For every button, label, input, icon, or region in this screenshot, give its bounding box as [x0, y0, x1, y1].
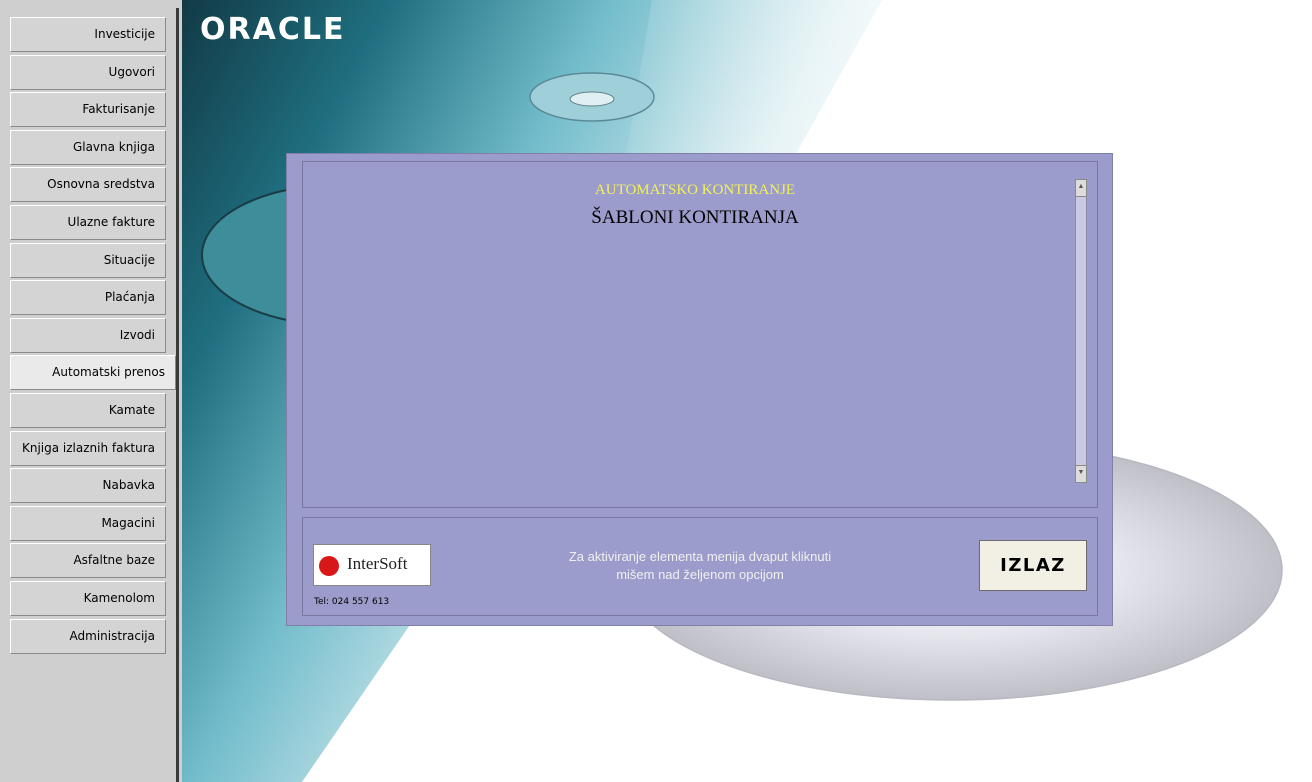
menu-item-osnovna-sredstva[interactable]: Osnovna sredstva — [10, 167, 166, 203]
menu-item-ulazne-fakture[interactable]: Ulazne fakture — [10, 204, 166, 240]
panel-title: AUTOMATSKO KONTIRANJE — [594, 182, 796, 198]
menu-item-automatski-prenos[interactable]: Automatski prenos — [10, 355, 176, 391]
menu-item-kamate[interactable]: Kamate — [10, 392, 166, 428]
scroll-down-button[interactable]: ▼ — [1075, 465, 1087, 483]
exit-button[interactable]: IZLAZ — [979, 540, 1087, 591]
usage-hint-line-1: Za aktiviranje elementa menija dvaput kl… — [568, 549, 832, 564]
intersoft-logo: InterSoft — [313, 544, 431, 586]
menu-item-administracija[interactable]: Administracija — [10, 618, 166, 654]
sidebar: Investicije Ugovori Fakturisanje Glavna knj… — [0, 0, 182, 782]
menu-item-nabavka[interactable]: Nabavka — [10, 468, 166, 504]
scroll-up-button[interactable]: ▲ — [1075, 179, 1087, 197]
intersoft-logo-text: InterSoft — [347, 554, 408, 573]
menu-item-izvodi[interactable]: Izvodi — [10, 317, 166, 353]
main-menu: Investicije Ugovori Fakturisanje Glavna knj… — [10, 17, 176, 656]
usage-hint: Za aktiviranje elementa menija dvaput kl… — [500, 548, 900, 584]
chevron-down-icon: ▼ — [1077, 469, 1085, 476]
menu-item-investicije[interactable]: Investicije — [10, 17, 166, 52]
menu-item-ugovori[interactable]: Ugovori — [10, 54, 166, 90]
vertical-scrollbar[interactable]: ▲ ▼ — [1075, 179, 1087, 483]
menu-item-glavna-knjiga[interactable]: Glavna knjiga — [10, 129, 166, 165]
menu-item-magacini[interactable]: Magacini — [10, 505, 166, 541]
phone-number: Tel: 024 557 613 — [314, 597, 390, 607]
menu-item-knjiga-izlaznih-faktura[interactable]: Knjiga izlaznih faktura — [10, 430, 166, 466]
oracle-logo: ORACLE — [200, 12, 346, 47]
menu-item-kamenolom[interactable]: Kamenolom — [10, 580, 166, 616]
sidebar-divider — [176, 8, 179, 782]
menu-item-situacije[interactable]: Situacije — [10, 242, 166, 278]
menu-item-fakturisanje[interactable]: Fakturisanje — [10, 92, 166, 128]
panel-subtitle: ŠABLONI KONTIRANJA — [591, 207, 799, 228]
usage-hint-line-2: mišem nad željenom opcijom — [616, 567, 784, 582]
menu-item-asfaltne-baze[interactable]: Asfaltne baze — [10, 543, 166, 579]
menu-item-placanja[interactable]: Plaćanja — [10, 280, 166, 316]
chevron-up-icon: ▲ — [1077, 183, 1085, 190]
intersoft-logo-icon — [319, 556, 339, 576]
